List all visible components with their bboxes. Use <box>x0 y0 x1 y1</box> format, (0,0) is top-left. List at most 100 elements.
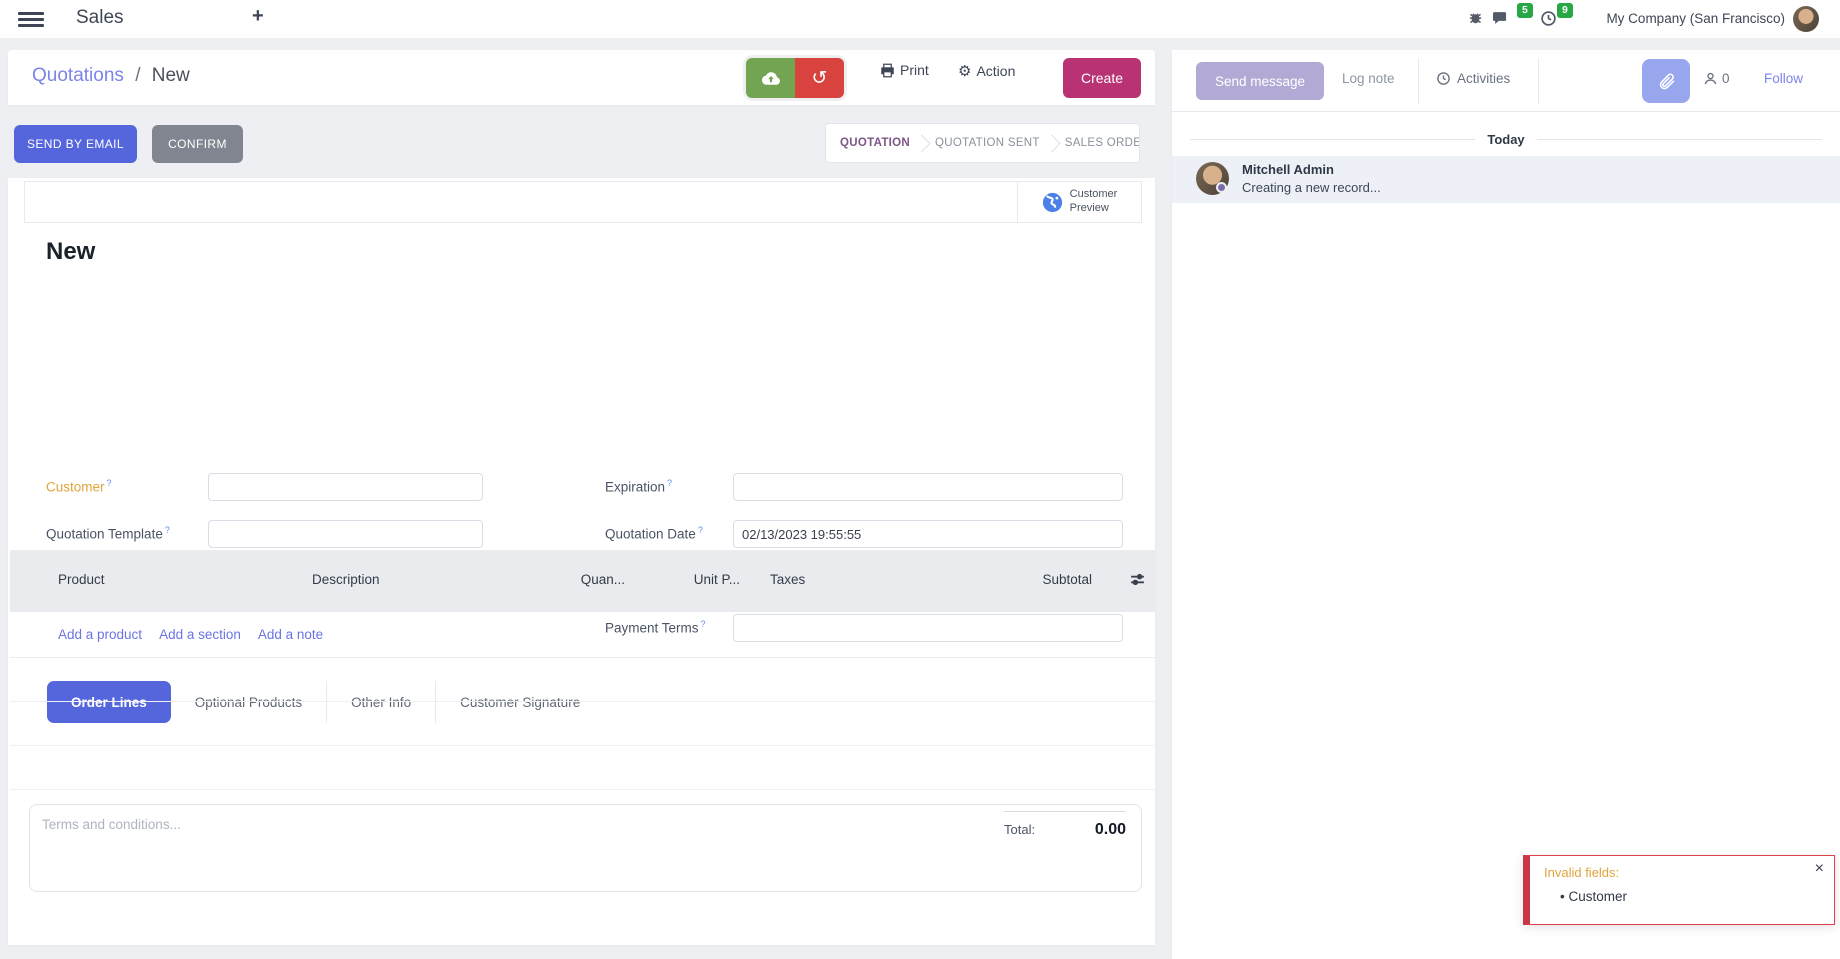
chatter-toolbar: Send message Log note Activities <box>1172 50 1840 112</box>
close-icon[interactable]: × <box>1815 860 1824 878</box>
paperclip-icon <box>1657 72 1676 91</box>
hamburger-menu-icon[interactable] <box>18 9 44 29</box>
step-sales-order[interactable]: SALES ORDER <box>1051 137 1140 149</box>
column-taxes: Taxes <box>770 572 805 587</box>
column-description: Description <box>312 572 380 587</box>
column-unit-price: Unit P... <box>670 572 740 587</box>
follower-count: 0 <box>1722 71 1730 86</box>
today-divider: Today <box>1172 132 1840 147</box>
record-title: New <box>46 238 95 266</box>
column-subtotal: Subtotal <box>1010 572 1092 587</box>
print-label: Print <box>900 62 929 78</box>
help-marker: ? <box>667 478 672 488</box>
quotation-date-field-label: Quotation Date? <box>605 525 703 542</box>
send-by-email-button[interactable]: SEND BY EMAIL <box>14 125 137 163</box>
online-status-dot <box>1216 182 1227 193</box>
help-marker: ? <box>107 478 112 488</box>
order-lines-header: Product Description Quan... Unit P... Ta… <box>10 550 1156 612</box>
empty-order-line <box>10 702 1156 746</box>
gear-icon: ⚙ <box>958 62 971 80</box>
debug-bug-icon[interactable] <box>1468 10 1483 25</box>
help-marker: ? <box>165 525 170 535</box>
step-quotation[interactable]: QUOTATION <box>826 137 924 149</box>
quotation-template-field-label: Quotation Template? <box>46 525 170 542</box>
activities-label: Activities <box>1457 71 1510 86</box>
help-marker: ? <box>698 525 703 535</box>
terms-and-conditions-input[interactable] <box>42 817 842 877</box>
empty-order-line <box>10 658 1156 702</box>
total-label: Total: <box>1004 822 1035 837</box>
user-avatar[interactable] <box>1793 6 1819 32</box>
undo-icon: ↺ <box>812 69 828 88</box>
company-switcher[interactable]: My Company (San Francisco) <box>1606 11 1785 26</box>
chatter-message: Mitchell Admin Creating a new record... <box>1172 156 1840 203</box>
printer-icon <box>880 63 895 78</box>
step-quotation-sent[interactable]: QUOTATION SENT <box>921 137 1054 149</box>
quotation-date-input[interactable] <box>733 520 1123 548</box>
confirm-button[interactable]: CONFIRM <box>152 125 243 163</box>
action-button[interactable]: ⚙ Action <box>958 62 1015 80</box>
divider-line <box>1537 139 1822 140</box>
breadcrumb-quotations-link[interactable]: Quotations <box>32 65 124 86</box>
cloud-upload-icon <box>761 71 781 86</box>
customer-field-label: Customer? <box>46 478 112 495</box>
add-a-product-link[interactable]: Add a product <box>58 627 142 642</box>
customer-input[interactable] <box>208 473 483 501</box>
toolbar-divider <box>1538 58 1539 104</box>
odoo-sales-app: Sales + 5 9 My Company (San Francisco) <box>0 0 1840 959</box>
sheet-top-strip: CustomerPreview <box>24 181 1142 223</box>
empty-order-line <box>10 746 1156 790</box>
column-quantity: Quan... <box>555 572 625 587</box>
control-panel: Quotations / New ↺ <box>8 50 1155 105</box>
top-navbar: Sales + 5 9 My Company (San Francisco) <box>0 0 1840 38</box>
toast-title: Invalid fields: <box>1544 865 1619 880</box>
add-a-note-link[interactable]: Add a note <box>258 627 323 642</box>
save-discard-group: ↺ <box>746 58 844 98</box>
today-label: Today <box>1487 132 1524 147</box>
status-steps: QUOTATION QUOTATION SENT SALES ORDER <box>825 123 1140 163</box>
breadcrumb: Quotations / New <box>32 65 190 87</box>
new-tab-button[interactable]: + <box>252 5 264 28</box>
expiration-input[interactable] <box>733 473 1123 501</box>
total-value: 0.00 <box>1095 821 1126 839</box>
person-icon <box>1703 71 1718 86</box>
add-a-section-link[interactable]: Add a section <box>159 627 241 642</box>
expiration-field-label: Expiration? <box>605 478 672 495</box>
log-note-button[interactable]: Log note <box>1342 71 1395 86</box>
message-body: Creating a new record... <box>1242 180 1381 195</box>
customer-preview-button[interactable]: CustomerPreview <box>1017 182 1141 222</box>
optional-columns-sliders-icon[interactable] <box>1129 571 1146 588</box>
invalid-fields-toast: Invalid fields: Customer × <box>1523 855 1835 925</box>
activities-button[interactable]: Activities <box>1436 71 1510 86</box>
messages-icon[interactable] <box>1492 10 1510 26</box>
save-button[interactable] <box>746 58 795 98</box>
print-button[interactable]: Print <box>880 62 929 78</box>
globe-icon <box>1042 192 1063 213</box>
order-lines-add-row: Add a product Add a section Add a note <box>10 612 1156 658</box>
message-author: Mitchell Admin <box>1242 162 1334 177</box>
form-sheet: CustomerPreview New Customer? Quotation … <box>8 178 1155 945</box>
messages-count-badge: 5 <box>1517 3 1533 18</box>
quotation-template-input[interactable] <box>208 520 483 548</box>
attach-files-button[interactable] <box>1642 59 1690 103</box>
customer-preview-label: CustomerPreview <box>1070 188 1118 216</box>
toolbar-divider <box>1418 58 1419 104</box>
breadcrumb-separator: / <box>129 65 146 86</box>
terms-and-total-box: Total: 0.00 <box>29 804 1142 892</box>
divider-line <box>1190 139 1475 140</box>
action-label: Action <box>976 63 1015 79</box>
activities-clock-icon[interactable] <box>1540 10 1557 27</box>
send-message-button[interactable]: Send message <box>1196 62 1324 100</box>
discard-button[interactable]: ↺ <box>795 58 844 98</box>
app-menu-sales[interactable]: Sales <box>76 7 124 29</box>
followers-button[interactable]: 0 <box>1703 71 1730 86</box>
chatter-panel: Send message Log note Activities <box>1172 50 1840 959</box>
toast-invalid-field: Customer <box>1560 889 1627 904</box>
activities-count-badge: 9 <box>1557 3 1573 18</box>
follow-button[interactable]: Follow <box>1764 71 1803 86</box>
breadcrumb-current: New <box>152 65 190 86</box>
column-product: Product <box>58 572 105 587</box>
clock-icon <box>1436 71 1451 86</box>
order-total: Total: 0.00 <box>1004 811 1126 839</box>
create-button[interactable]: Create <box>1063 58 1141 98</box>
